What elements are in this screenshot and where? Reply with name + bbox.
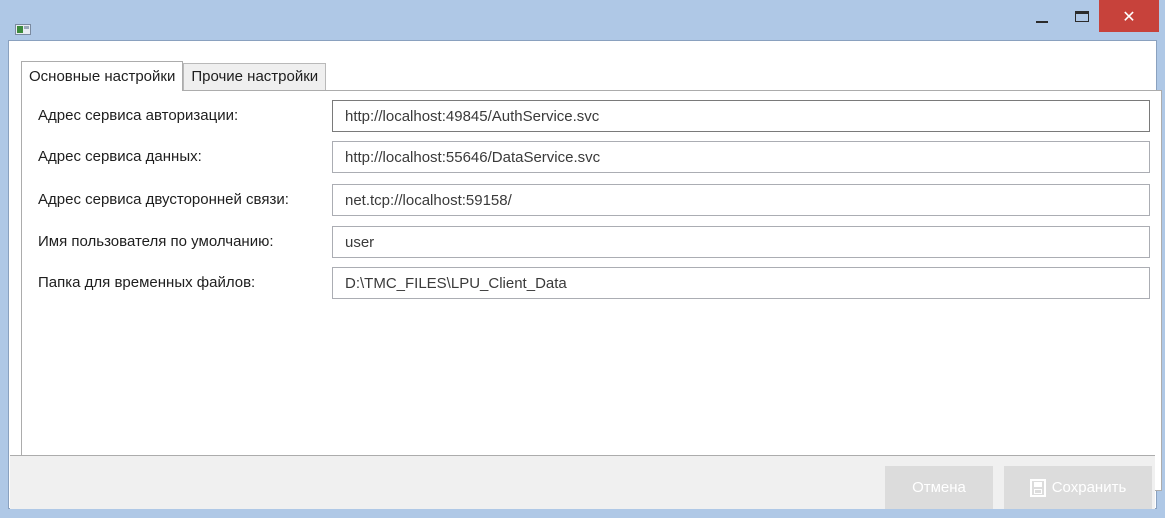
save-button-label: Сохранить xyxy=(1051,479,1127,496)
temp-folder-input[interactable] xyxy=(332,267,1150,299)
tab-other-settings[interactable]: Прочие настройки xyxy=(183,63,327,91)
maximize-button[interactable] xyxy=(1065,0,1099,32)
tab-strip: Основные настройки Прочие настройки xyxy=(21,61,327,91)
app-icon xyxy=(15,24,31,35)
default-user-label: Имя пользователя по умолчанию: xyxy=(38,233,274,250)
cancel-button-label: Отмена xyxy=(912,479,966,496)
settings-window: ✕ Основные настройки Прочие настройки Ад… xyxy=(0,0,1165,518)
setting-row-temp-folder: Папка для временных файлов: xyxy=(22,267,1161,299)
duplex-service-label: Адрес сервиса двусторонней связи: xyxy=(38,191,289,208)
setting-row-auth-service: Адрес сервиса авторизации: xyxy=(22,100,1161,132)
save-button[interactable]: Сохранить xyxy=(1004,466,1152,509)
minimize-icon xyxy=(1036,21,1048,23)
auth-service-label: Адрес сервиса авторизации: xyxy=(38,107,239,124)
data-service-label: Адрес сервиса данных: xyxy=(38,148,202,165)
floppy-disk-icon xyxy=(1029,478,1046,497)
close-icon: ✕ xyxy=(1122,6,1136,26)
minimize-button[interactable] xyxy=(1019,0,1065,32)
setting-row-default-user: Имя пользователя по умолчанию: xyxy=(22,226,1161,258)
maximize-icon xyxy=(1075,10,1089,22)
tab-main-settings[interactable]: Основные настройки xyxy=(21,61,184,91)
window-client-area: Основные настройки Прочие настройки Адре… xyxy=(8,40,1162,509)
temp-folder-label: Папка для временных файлов: xyxy=(38,274,256,291)
setting-row-duplex-service: Адрес сервиса двусторонней связи: xyxy=(22,184,1161,216)
setting-row-data-service: Адрес сервиса данных: xyxy=(22,141,1161,173)
dialog-footer: Отмена Сохранить xyxy=(10,455,1155,509)
duplex-service-input[interactable] xyxy=(332,184,1150,216)
auth-service-input[interactable] xyxy=(332,100,1150,132)
data-service-input[interactable] xyxy=(332,141,1150,173)
title-bar[interactable]: ✕ xyxy=(0,0,1165,40)
tab-panel-main-settings: Адрес сервиса авторизации: Адрес сервиса… xyxy=(21,90,1162,491)
default-user-input[interactable] xyxy=(332,226,1150,258)
close-button[interactable]: ✕ xyxy=(1099,0,1159,32)
cancel-button[interactable]: Отмена xyxy=(885,466,993,509)
